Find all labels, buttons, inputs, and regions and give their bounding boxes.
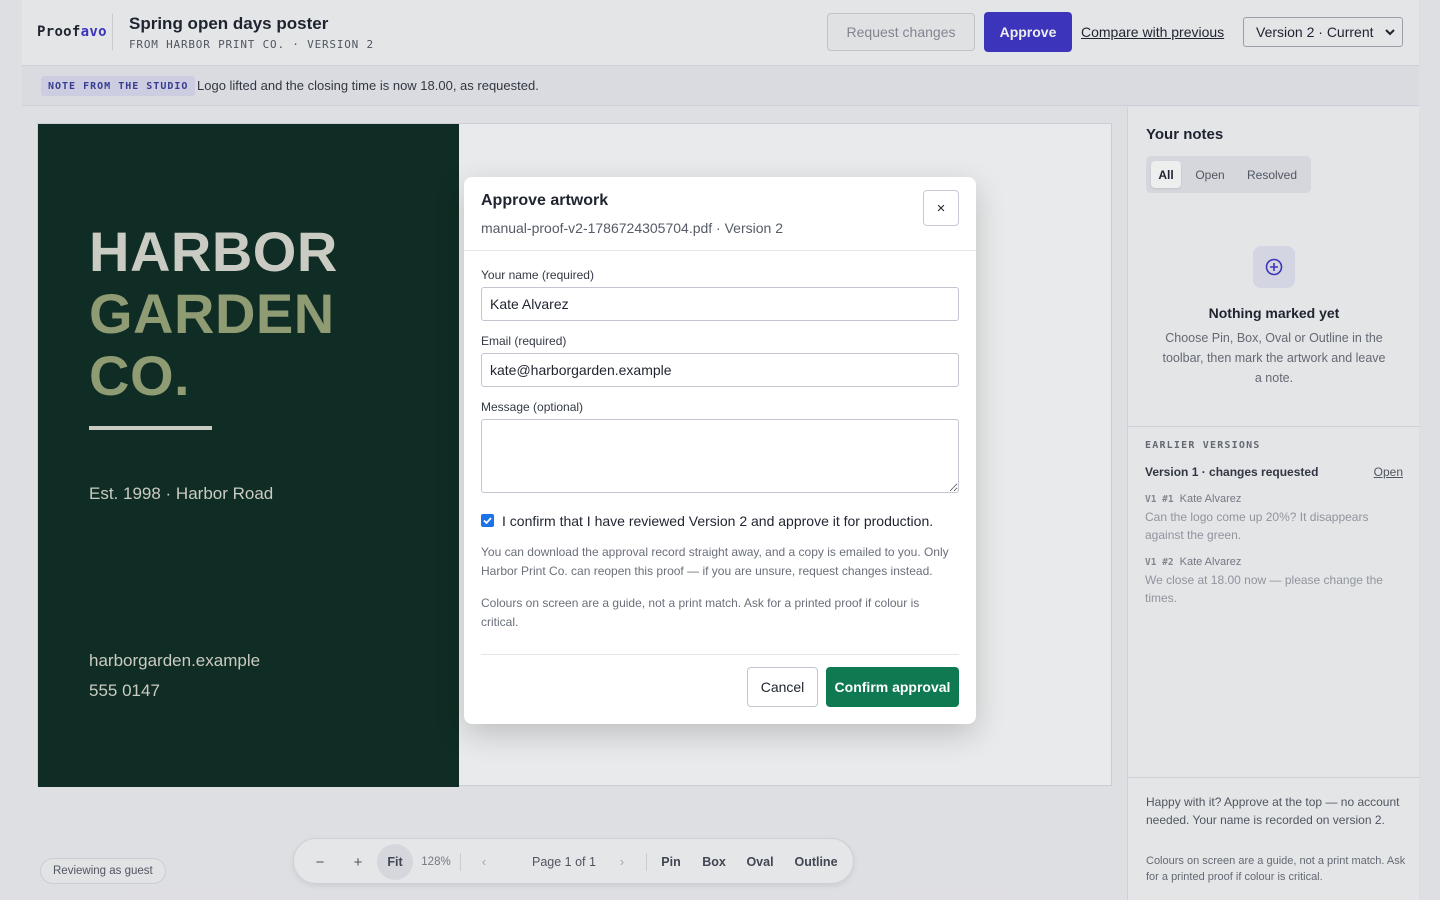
name-input[interactable]	[481, 287, 959, 321]
dialog-title: Approve artwork	[481, 192, 609, 209]
close-icon[interactable]: ×	[923, 190, 959, 226]
dialog-footer-divider	[481, 654, 959, 655]
approve-dialog: Approve artwork manual-proof-v2-17867243…	[464, 177, 976, 724]
cancel-button[interactable]: Cancel	[747, 667, 818, 707]
message-textarea[interactable]	[481, 419, 959, 493]
confirm-checkbox-label[interactable]: I confirm that I have reviewed Version 2…	[502, 513, 933, 529]
confirm-checkbox[interactable]	[481, 514, 494, 527]
message-label: Message (optional)	[481, 400, 584, 414]
email-input[interactable]	[481, 353, 959, 387]
dialog-divider	[464, 250, 976, 251]
name-label: Your name (required)	[481, 268, 594, 282]
dialog-info-text: You can download the approval record str…	[481, 545, 949, 578]
confirm-approval-button[interactable]: Confirm approval	[826, 667, 959, 707]
email-label: Email (required)	[481, 334, 567, 348]
dialog-colour-note: Colours on screen are a guide, not a pri…	[481, 596, 920, 629]
dialog-subtitle: manual-proof-v2-1786724305704.pdf · Vers…	[481, 220, 783, 236]
